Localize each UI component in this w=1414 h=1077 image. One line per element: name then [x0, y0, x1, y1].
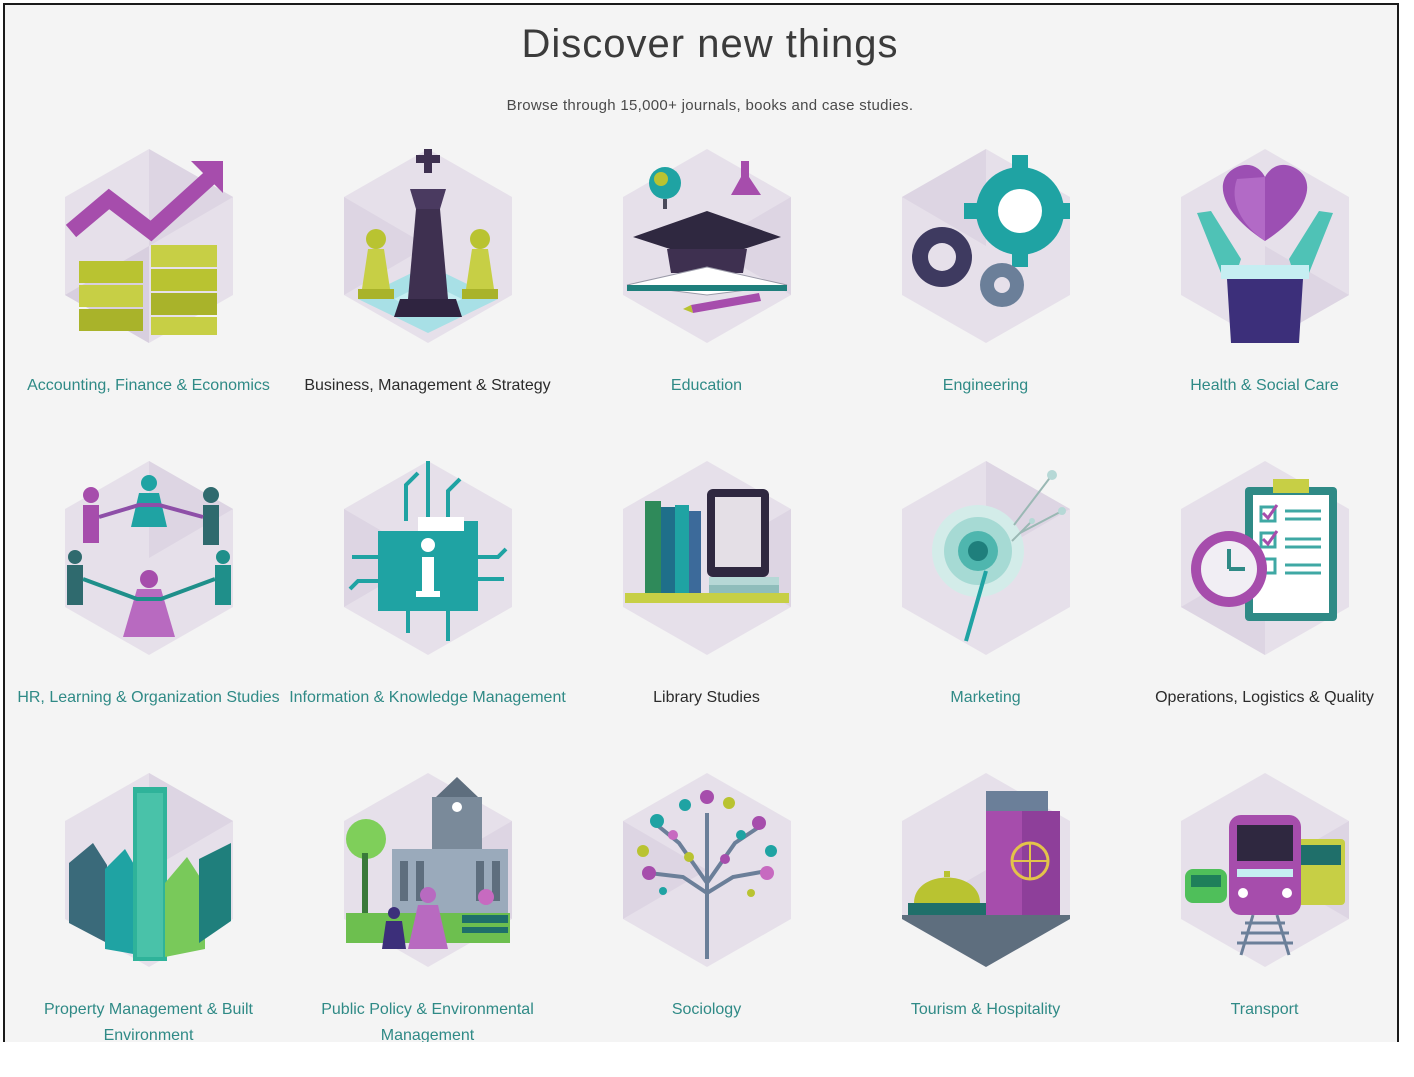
category-label: Health & Social Care: [1190, 377, 1339, 394]
category-label: Library Studies: [653, 689, 760, 706]
category-label: Transport: [1230, 1001, 1299, 1018]
category-business-management-strategy[interactable]: Business, Management & Strategy: [288, 141, 567, 453]
clock-clipboard-icon: [1181, 461, 1349, 655]
category-engineering[interactable]: Engineering: [846, 141, 1125, 453]
bottom-edge: [0, 1042, 1414, 1065]
page-subtitle: Browse through 15,000+ journals, books a…: [506, 97, 914, 114]
category-label: Operations, Logistics & Quality: [1155, 689, 1374, 706]
category-grid: Accounting, Finance & Economics Business…: [9, 141, 1404, 1077]
category-label: Engineering: [942, 377, 1029, 394]
category-education[interactable]: Education: [567, 141, 846, 453]
info-folder-icon: [344, 461, 512, 655]
books-tablet-icon: [623, 461, 791, 655]
category-hr-learning-organization-studies[interactable]: HR, Learning & Organization Studies: [9, 453, 288, 765]
category-operations-logistics-quality[interactable]: Operations, Logistics & Quality: [1125, 453, 1404, 765]
network-tree-icon: [623, 773, 791, 967]
category-label: Sociology: [671, 1001, 742, 1018]
page-header: Discover new things Browse through 15,00…: [5, 19, 1414, 114]
category-label: Marketing: [950, 689, 1021, 706]
passport-bell-icon: [902, 773, 1070, 967]
page-frame: Discover new things Browse through 15,00…: [3, 3, 1399, 1062]
category-label: HR, Learning & Organization Studies: [17, 689, 280, 706]
buildings-icon: [65, 773, 233, 967]
category-information-knowledge-management[interactable]: Information & Knowledge Management: [288, 453, 567, 765]
category-label: Accounting, Finance & Economics: [27, 377, 270, 394]
people-circle-icon: [65, 461, 233, 655]
train-bus-icon: [1181, 773, 1349, 967]
page-title: Discover new things: [521, 22, 899, 66]
dandelion-icon: [902, 461, 1070, 655]
category-health-social-care[interactable]: Health & Social Care: [1125, 141, 1404, 453]
category-property-management-built-environment[interactable]: Property Management & Built Environment: [9, 765, 288, 1077]
chess-king-icon: [344, 149, 512, 343]
category-tourism-hospitality[interactable]: Tourism & Hospitality: [846, 765, 1125, 1077]
town-hall-icon: [344, 773, 512, 967]
category-marketing[interactable]: Marketing: [846, 453, 1125, 765]
gears-icon: [902, 149, 1070, 343]
category-public-policy-environmental-management[interactable]: Public Policy & Environmental Management: [288, 765, 567, 1077]
category-sociology[interactable]: Sociology: [567, 765, 846, 1077]
category-label: Education: [670, 377, 743, 394]
category-transport[interactable]: Transport: [1125, 765, 1404, 1077]
heart-hands-icon: [1181, 149, 1349, 343]
finance-chart-icon: [65, 149, 233, 343]
category-label: Business, Management & Strategy: [304, 377, 551, 394]
category-label: Information & Knowledge Management: [289, 689, 566, 706]
category-label: Tourism & Hospitality: [910, 1001, 1061, 1018]
category-accounting-finance-economics[interactable]: Accounting, Finance & Economics: [9, 141, 288, 453]
category-library-studies[interactable]: Library Studies: [567, 453, 846, 765]
graduation-cap-icon: [623, 149, 791, 343]
